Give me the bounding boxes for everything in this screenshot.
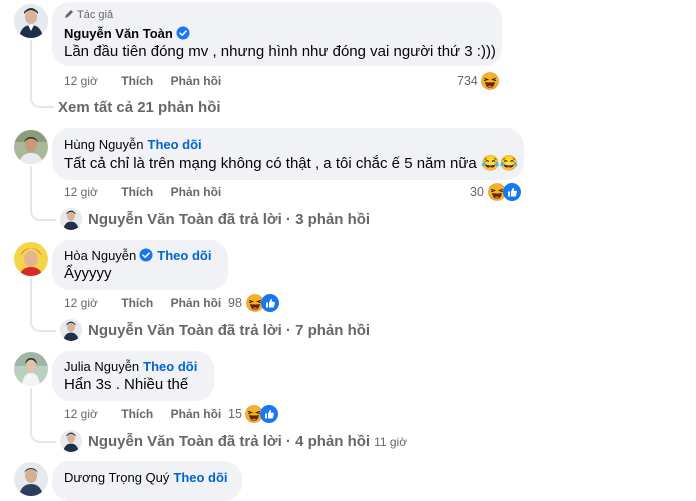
reaction-count[interactable]: 30 (470, 185, 484, 199)
thread-line (30, 278, 32, 315)
follow-button[interactable]: Theo dõi (148, 137, 202, 152)
thread-curve (30, 424, 56, 443)
reply-button[interactable]: Phản hồi (171, 74, 222, 88)
comment-bubble: Hòa Nguyễn Theo dõi Ẩyyyyy (52, 240, 228, 290)
comment-time[interactable]: 12 giờ (64, 407, 98, 421)
comment-bubble: Dương Trọng Quý Theo dõi (52, 461, 242, 501)
reply-button[interactable]: Phản hồi (171, 296, 222, 310)
comment-author[interactable]: Hùng Nguyễn Theo dõi (64, 137, 202, 152)
like-button[interactable]: Thích (121, 74, 153, 88)
avatar[interactable] (14, 352, 48, 386)
thread-line (30, 40, 32, 90)
comment-author[interactable]: Julia Nguyễn Theo dõi (64, 359, 197, 374)
like-button[interactable]: Thích (121, 185, 153, 199)
like-reaction-icon[interactable] (503, 183, 521, 201)
avatar[interactable] (14, 130, 48, 164)
follow-button[interactable]: Theo dõi (173, 470, 227, 485)
comment-text: Hẩn 3s . Nhiều thế (64, 376, 189, 393)
reply-button[interactable]: Phản hồi (171, 185, 222, 199)
thread-curve (30, 313, 56, 332)
thread-line (30, 166, 32, 204)
reaction-count[interactable]: 15 (228, 407, 242, 421)
like-reaction-icon[interactable] (260, 405, 278, 423)
like-button[interactable]: Thích (121, 407, 153, 421)
comment-meta: 12 giờ Thích Phản hồi (64, 74, 221, 88)
author-tag: Tác giả (64, 9, 113, 21)
comment-time[interactable]: 12 giờ (64, 185, 98, 199)
comment-bubble: Tác giả Nguyễn Văn Toàn Lần đầu tiên đón… (52, 2, 502, 66)
avatar[interactable] (60, 430, 82, 452)
follow-button[interactable]: Theo dõi (157, 248, 211, 263)
reply-button[interactable]: Phản hồi (171, 407, 222, 421)
comment-text: Lần đầu tiên đóng mv , nhưng hình như đó… (64, 43, 496, 60)
comment-bubble: Julia Nguyễn Theo dõi Hẩn 3s . Nhiều thế (52, 351, 214, 401)
view-replies-link[interactable]: Nguyễn Văn Toàn đã trả lời · 3 phản hồi (88, 211, 370, 228)
view-all-replies-link[interactable]: Xem tất cả 21 phản hồi (58, 99, 221, 116)
reaction-count[interactable]: 734 (457, 74, 478, 88)
avatar[interactable] (14, 462, 48, 496)
follow-button[interactable]: Theo dõi (143, 359, 197, 374)
reaction-count[interactable]: 98 (228, 296, 242, 310)
comment-time[interactable]: 12 giờ (64, 296, 98, 310)
comment-meta: 12 giờ Thích Phản hồi (64, 185, 221, 199)
thread-curve (30, 202, 56, 221)
comment-author[interactable]: Nguyễn Văn Toàn (64, 26, 190, 41)
avatar[interactable] (60, 208, 82, 230)
verified-badge-icon (175, 26, 190, 40)
comment-bubble: Hùng Nguyễn Theo dõi Tất cả chỉ là trên m… (52, 128, 524, 180)
pen-icon (65, 10, 73, 18)
thread-curve (30, 88, 54, 108)
thread-line (30, 388, 32, 426)
comment-meta: 12 giờ Thích Phản hồi (64, 296, 221, 310)
comment-author[interactable]: Hòa Nguyễn Theo dõi (64, 248, 211, 263)
view-replies-link[interactable]: Nguyễn Văn Toàn đã trả lời · 7 phản hồi (88, 322, 370, 339)
avatar[interactable] (60, 319, 82, 341)
comment-text: Tất cả chỉ là trên mạng không có thật , … (64, 155, 519, 172)
comment-meta: 12 giờ Thích Phản hồi (64, 407, 221, 421)
reply-time: 11 giờ (374, 435, 408, 449)
comment-time[interactable]: 12 giờ (64, 74, 98, 88)
haha-emoji-icon[interactable] (481, 72, 499, 90)
comment-author[interactable]: Dương Trọng Quý Theo dõi (64, 470, 228, 485)
avatar[interactable] (14, 242, 48, 276)
verified-badge-icon (139, 248, 154, 262)
like-button[interactable]: Thích (121, 296, 153, 310)
comment-text: Ẩyyyyy (64, 265, 112, 282)
view-replies-link[interactable]: Nguyễn Văn Toàn đã trả lời · 4 phản hồi 1… (88, 433, 407, 450)
avatar[interactable] (14, 4, 48, 38)
like-reaction-icon[interactable] (261, 294, 279, 312)
